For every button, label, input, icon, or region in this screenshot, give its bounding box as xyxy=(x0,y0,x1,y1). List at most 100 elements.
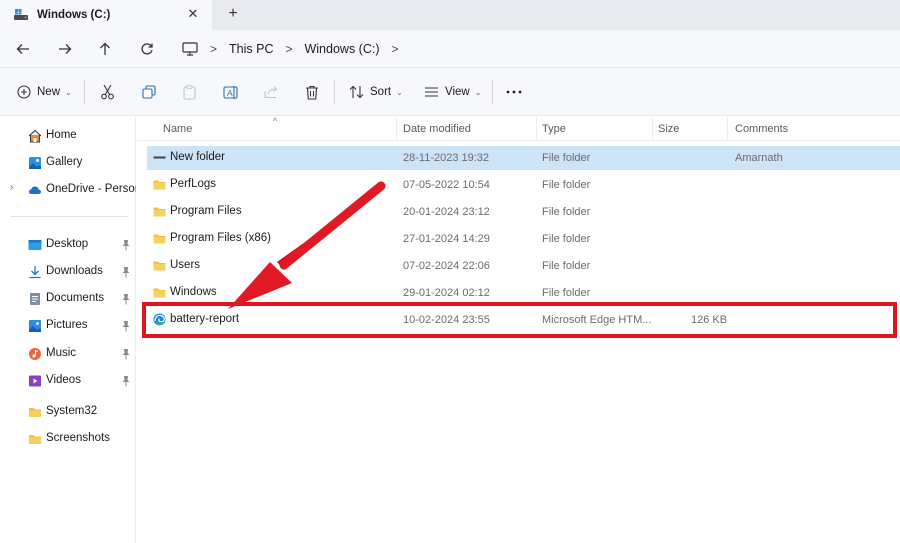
svg-text:A: A xyxy=(227,88,233,98)
file-name: PerfLogs xyxy=(170,178,217,190)
copy-button[interactable] xyxy=(142,82,156,102)
chevron-right-icon[interactable]: > xyxy=(210,42,217,56)
breadcrumb[interactable]: > This PC > Windows (C:) > xyxy=(170,36,900,62)
column-date-modified[interactable]: Date modified xyxy=(403,123,471,135)
close-tab-icon[interactable]: ✕ xyxy=(186,7,200,21)
column-type[interactable]: Type xyxy=(542,123,566,135)
view-label: View xyxy=(445,86,470,98)
column-comments[interactable]: Comments xyxy=(735,123,788,135)
file-row-program-files-x86[interactable]: Program Files (x86) 27-01-2024 14:29 Fil… xyxy=(147,227,900,251)
chevron-right-icon[interactable]: › xyxy=(10,182,13,193)
gallery-icon xyxy=(28,156,42,170)
back-arrow-icon[interactable] xyxy=(13,39,33,59)
sidebar-item-gallery[interactable]: Gallery xyxy=(0,152,136,174)
file-type: File folder xyxy=(542,206,591,218)
new-button[interactable]: New ⌄ xyxy=(17,82,72,102)
up-arrow-icon[interactable] xyxy=(95,39,115,59)
refresh-icon[interactable] xyxy=(137,39,157,59)
sidebar-item-label: Videos xyxy=(46,374,81,386)
sidebar-item-documents[interactable]: Documents xyxy=(0,288,136,310)
folder-icon xyxy=(28,432,42,446)
download-icon xyxy=(28,265,42,279)
cut-button[interactable] xyxy=(100,82,115,102)
sidebar-item-system32[interactable]: System32 xyxy=(0,401,136,423)
monitor-icon[interactable] xyxy=(182,42,198,56)
file-comments: Amarnath xyxy=(735,152,783,164)
ellipsis-icon xyxy=(506,90,522,94)
highlight-box xyxy=(142,302,897,338)
pin-icon[interactable] xyxy=(121,239,131,251)
sidebar-item-label: Screenshots xyxy=(46,432,110,444)
sidebar-item-desktop[interactable]: Desktop xyxy=(0,234,136,256)
clipboard-icon xyxy=(183,84,196,100)
music-icon xyxy=(28,347,42,361)
file-type: File folder xyxy=(542,260,591,272)
more-options-button[interactable] xyxy=(506,82,522,102)
folder-icon xyxy=(28,405,42,419)
sidebar-item-music[interactable]: Music xyxy=(0,343,136,365)
file-date: 29-01-2024 02:12 xyxy=(403,287,490,299)
file-date: 28-11-2023 19:32 xyxy=(403,152,490,164)
column-name[interactable]: Name xyxy=(163,123,192,135)
file-name: Users xyxy=(170,259,201,271)
file-name: Program Files (x86) xyxy=(170,232,271,244)
view-button[interactable]: View ⌄ xyxy=(424,82,481,102)
tab-strip: Windows (C:) ✕ + xyxy=(0,0,900,30)
pin-icon[interactable] xyxy=(121,348,131,360)
sidebar-item-screenshots[interactable]: Screenshots xyxy=(0,428,136,450)
file-row-users[interactable]: Users 07-02-2024 22:06 File folder xyxy=(147,254,900,278)
breadcrumb-this-pc[interactable]: This PC xyxy=(229,42,273,56)
file-row-new-folder[interactable]: New folder 28-11-2023 19:32 File folder … xyxy=(147,146,900,170)
file-type: File folder xyxy=(542,152,591,164)
pin-icon[interactable] xyxy=(121,266,131,278)
column-resize-handle[interactable] xyxy=(727,117,728,141)
sidebar-item-videos[interactable]: Videos xyxy=(0,370,136,392)
forward-arrow-icon[interactable] xyxy=(55,39,75,59)
sort-ascending-icon: ^ xyxy=(273,116,278,126)
paste-button[interactable] xyxy=(183,82,196,102)
share-button[interactable] xyxy=(264,82,279,102)
chevron-down-icon: ⌄ xyxy=(474,87,482,97)
column-resize-handle[interactable] xyxy=(536,117,537,141)
pin-icon[interactable] xyxy=(121,293,131,305)
sidebar-item-label: Pictures xyxy=(46,319,88,331)
file-date: 07-02-2024 22:06 xyxy=(403,260,490,272)
home-icon xyxy=(28,129,42,143)
rename-icon: A xyxy=(223,85,238,99)
breadcrumb-windows-c[interactable]: Windows (C:) xyxy=(304,42,379,56)
chevron-right-icon[interactable]: > xyxy=(392,42,399,56)
sidebar-item-pictures[interactable]: Pictures xyxy=(0,315,136,337)
sidebar-item-label: Gallery xyxy=(46,156,83,168)
sort-label: Sort xyxy=(370,86,392,98)
cloud-icon xyxy=(28,183,42,197)
sidebar-item-downloads[interactable]: Downloads xyxy=(0,261,136,283)
chevron-right-icon[interactable]: > xyxy=(285,42,292,56)
tab-windows-c[interactable]: Windows (C:) ✕ xyxy=(0,0,212,30)
new-tab-icon[interactable]: + xyxy=(224,5,242,23)
divider xyxy=(492,80,493,104)
column-resize-handle[interactable] xyxy=(396,117,397,141)
new-label: New xyxy=(37,86,61,98)
copy-icon xyxy=(142,85,156,99)
file-row-program-files[interactable]: Program Files 20-01-2024 23:12 File fold… xyxy=(147,200,900,224)
sidebar-item-onedrive[interactable]: › OneDrive - Persona xyxy=(0,179,136,201)
sort-button[interactable]: Sort ⌄ xyxy=(349,82,403,102)
column-header-row: ^ Name Date modified Type Size Comments xyxy=(137,116,900,141)
sidebar-item-home[interactable]: Home xyxy=(0,125,136,147)
file-date: 20-01-2024 23:12 xyxy=(403,206,490,218)
pin-icon[interactable] xyxy=(121,375,131,387)
plus-circle-icon xyxy=(17,85,31,99)
column-size[interactable]: Size xyxy=(658,123,679,135)
file-row-perflogs[interactable]: PerfLogs 07-05-2022 10:54 File folder xyxy=(147,173,900,197)
column-resize-handle[interactable] xyxy=(652,117,653,141)
pin-icon[interactable] xyxy=(121,320,131,332)
sidebar-item-label: Downloads xyxy=(46,265,103,277)
sidebar-item-label: Home xyxy=(46,129,77,141)
divider xyxy=(84,80,85,104)
delete-button[interactable] xyxy=(305,82,319,102)
folder-icon xyxy=(153,232,166,245)
pictures-icon xyxy=(28,319,42,333)
sidebar-item-label: System32 xyxy=(46,405,98,417)
sidebar-item-label: Music xyxy=(46,347,77,359)
rename-button[interactable]: A xyxy=(223,82,239,102)
